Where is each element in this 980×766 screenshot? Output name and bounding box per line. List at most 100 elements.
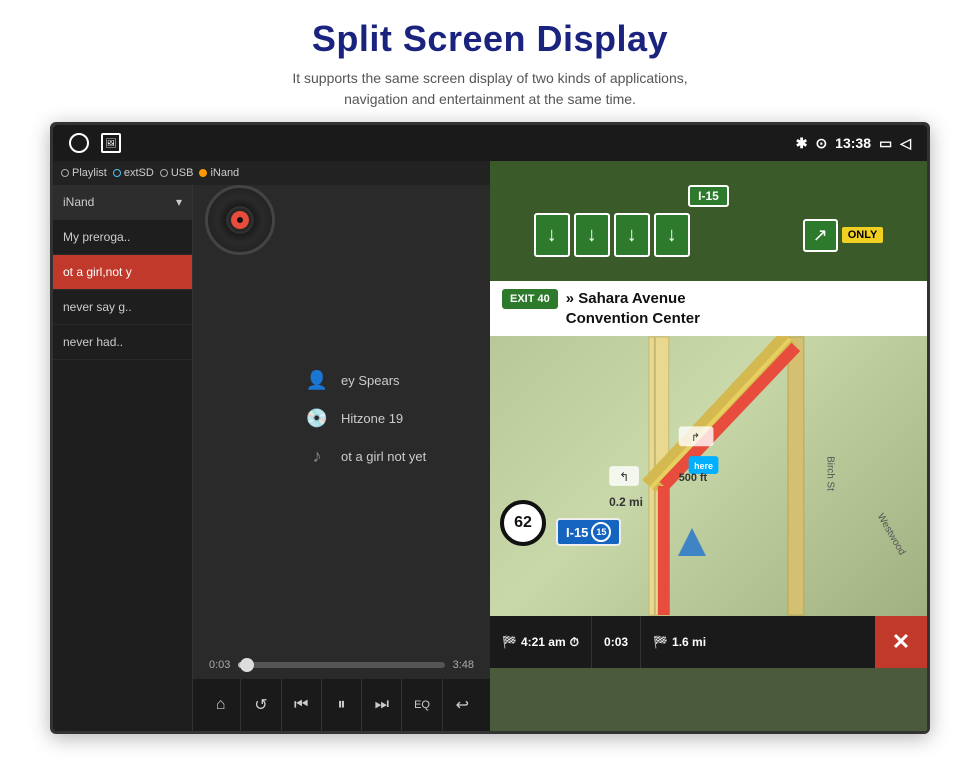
status-right: ✱ ⊙ 13:38 ▭ ◁ bbox=[796, 135, 911, 152]
distance-display: 🏁 1.6 mi bbox=[641, 616, 875, 668]
track-title: ot a girl not yet bbox=[341, 449, 426, 464]
device-frame: 🖼 ✱ ⊙ 13:38 ▭ ◁ Playlist extSD bbox=[50, 122, 930, 734]
source-selector[interactable]: iNand ▾ bbox=[53, 185, 192, 220]
eq-button[interactable]: EQ bbox=[402, 679, 442, 731]
svg-text:↰: ↰ bbox=[619, 470, 629, 484]
music-player-panel: Playlist extSD USB iNand bbox=[53, 161, 490, 731]
split-container: Playlist extSD USB iNand bbox=[53, 161, 927, 731]
page-header: Split Screen Display It supports the sam… bbox=[0, 0, 980, 122]
controls-bar: ⌂ ↺ ⏮ ⏸ ⏭ EQ ↩ bbox=[193, 679, 490, 731]
sidebar-playlist: iNand ▾ My preroga.. ot a girl,not y nev… bbox=[53, 185, 193, 731]
album-row: 💿 Hitzone 19 bbox=[303, 404, 474, 432]
distance-value: 1.6 mi bbox=[672, 635, 706, 649]
page-title: Split Screen Display bbox=[20, 18, 960, 60]
playlist-item-3[interactable]: never had.. bbox=[53, 325, 192, 360]
arrow-down-4: ↓ bbox=[654, 213, 690, 257]
svg-text:Birch St: Birch St bbox=[825, 456, 836, 491]
disc-icon: 💿 bbox=[303, 404, 331, 432]
play-pause-button[interactable]: ⏸ bbox=[322, 679, 362, 731]
close-nav-button[interactable]: ✕ bbox=[875, 616, 927, 668]
dropdown-icon: ▾ bbox=[176, 195, 182, 209]
svg-text:500 ft: 500 ft bbox=[679, 472, 708, 484]
prev-button[interactable]: ⏮ bbox=[282, 679, 322, 731]
flag-end-icon: 🏁 bbox=[653, 635, 668, 649]
title-row: ♪ ot a girl not yet bbox=[303, 442, 474, 470]
extsd-tab[interactable]: extSD bbox=[113, 167, 154, 179]
circle-icon bbox=[69, 133, 89, 153]
source-tabs: Playlist extSD USB iNand bbox=[53, 161, 490, 185]
player-content: 👤 ey Spears 💿 Hitzone 19 ♪ ot a girl not… bbox=[193, 185, 490, 651]
inand-dot bbox=[199, 169, 207, 177]
page-subtitle: It supports the same screen display of t… bbox=[20, 68, 960, 110]
flag-start-icon: 🏁 bbox=[502, 635, 517, 649]
extsd-label: extSD bbox=[124, 167, 154, 179]
player-main: 👤 ey Spears 💿 Hitzone 19 ♪ ot a girl not… bbox=[193, 185, 490, 731]
eta-display: 🏁 4:21 am ⏱ bbox=[490, 616, 592, 668]
arrow-down-2: ↓ bbox=[574, 213, 610, 257]
window-icon: ▭ bbox=[879, 135, 892, 152]
nav-direction-text: » Sahara AvenueConvention Center bbox=[566, 289, 700, 328]
track-info-panel: 👤 ey Spears 💿 Hitzone 19 ♪ ot a girl not… bbox=[287, 185, 490, 651]
playlist-item-0[interactable]: My preroga.. bbox=[53, 220, 192, 255]
track-artist: ey Spears bbox=[341, 373, 400, 388]
only-badge: ONLY bbox=[842, 227, 884, 243]
bluetooth-icon: ✱ bbox=[796, 135, 808, 152]
duration-display: 0:03 bbox=[592, 616, 641, 668]
extsd-dot bbox=[113, 169, 121, 177]
arrow-down-3: ↓ bbox=[614, 213, 650, 257]
vinyl-disc bbox=[205, 185, 275, 255]
arrow-down-1: ↓ bbox=[534, 213, 570, 257]
highway-shield-badge: I-15 15 bbox=[556, 518, 621, 546]
status-bar: 🖼 ✱ ⊙ 13:38 ▭ ◁ bbox=[53, 125, 927, 161]
vinyl-inner bbox=[237, 217, 243, 223]
shield-circle: 15 bbox=[591, 522, 611, 542]
person-icon: 👤 bbox=[303, 366, 331, 394]
home-button[interactable]: ⌂ bbox=[201, 679, 241, 731]
back-icon: ◁ bbox=[900, 135, 911, 152]
image-icon: 🖼 bbox=[101, 133, 121, 153]
next-button[interactable]: ⏭ bbox=[362, 679, 402, 731]
nav-cursor bbox=[678, 528, 706, 556]
clock-icon: ⏱ bbox=[570, 635, 579, 650]
svg-text:Westwood: Westwood bbox=[875, 512, 908, 557]
status-time: 13:38 bbox=[835, 135, 871, 151]
inand-tab[interactable]: iNand bbox=[199, 167, 239, 179]
svg-text:0.2 mi: 0.2 mi bbox=[609, 495, 643, 509]
up-right-arrow: ↗ bbox=[803, 219, 838, 252]
progress-section: 0:03 3:48 bbox=[193, 651, 490, 679]
exit-box: EXIT 40 bbox=[502, 289, 558, 309]
highway-shield-label: I-15 bbox=[566, 525, 588, 540]
track-album: Hitzone 19 bbox=[341, 411, 403, 426]
nav-bottom-bar: 🏁 4:21 am ⏱ 0:03 🏁 1.6 mi ✕ bbox=[490, 616, 927, 668]
status-left: 🖼 bbox=[69, 133, 121, 153]
location-icon: ⊙ bbox=[815, 135, 827, 152]
navigation-panel: I-15 ↓ ↓ ↓ ↓ ↗ ONLY bbox=[490, 161, 927, 731]
left-content: iNand ▾ My preroga.. ot a girl,not y nev… bbox=[53, 185, 490, 731]
vinyl-center bbox=[231, 211, 249, 229]
time-elapsed: 0:03 bbox=[209, 659, 230, 671]
eta-time: 4:21 am bbox=[521, 635, 566, 649]
usb-tab[interactable]: USB bbox=[160, 167, 194, 179]
progress-bar[interactable] bbox=[238, 662, 444, 668]
time-total: 3:48 bbox=[453, 659, 474, 671]
playlist-dot bbox=[61, 169, 69, 177]
repeat-button[interactable]: ↺ bbox=[241, 679, 281, 731]
playlist-item-1[interactable]: ot a girl,not y bbox=[53, 255, 192, 290]
nav-map: I-15 ↓ ↓ ↓ ↓ ↗ ONLY bbox=[490, 161, 927, 731]
progress-thumb bbox=[240, 658, 254, 672]
usb-label: USB bbox=[171, 167, 194, 179]
playlist-label: Playlist bbox=[72, 167, 107, 179]
highway-label: I-15 bbox=[688, 185, 729, 207]
nav-info-box: EXIT 40 » Sahara AvenueConvention Center bbox=[490, 281, 927, 336]
map-area: ↰ ↱ here 500 ft 0.2 mi Birch St Westwood bbox=[490, 336, 927, 616]
usb-dot bbox=[160, 169, 168, 177]
playlist-tab[interactable]: Playlist bbox=[61, 167, 107, 179]
inand-label: iNand bbox=[210, 167, 239, 179]
svg-text:↱: ↱ bbox=[691, 432, 700, 444]
back-button[interactable]: ↩ bbox=[443, 679, 482, 731]
artist-row: 👤 ey Spears bbox=[303, 366, 474, 394]
music-icon: ♪ bbox=[303, 442, 331, 470]
playlist-item-2[interactable]: never say g.. bbox=[53, 290, 192, 325]
svg-text:here: here bbox=[694, 461, 713, 471]
duration-value: 0:03 bbox=[604, 635, 628, 649]
